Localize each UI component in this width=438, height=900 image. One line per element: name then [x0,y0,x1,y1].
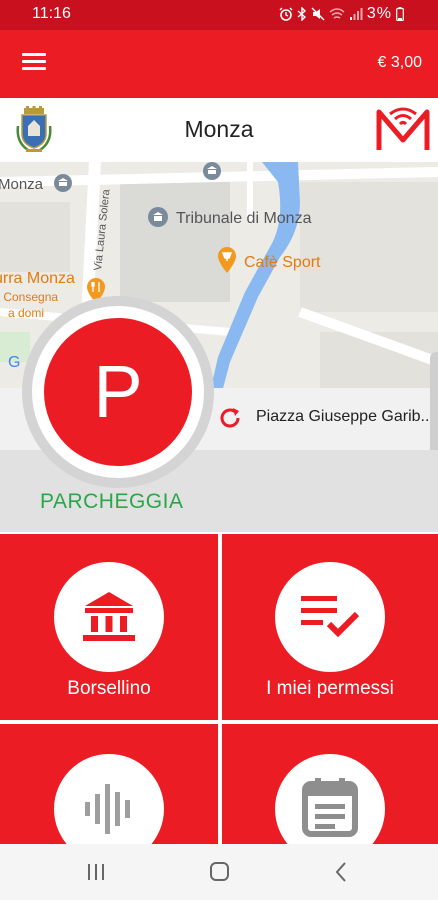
museum-pin-icon [203,162,221,180]
park-label[interactable]: PARCHEGGIA [40,490,183,514]
map-label-cafe: Cafè Sport [244,254,321,271]
tile-label-borsellino: Borsellino [67,678,151,699]
museum-pin-icon [54,174,72,192]
tile-icon-circle [54,562,164,672]
tile-borsellino[interactable]: Borsellino [0,534,218,720]
city-bar: Monza [0,98,438,162]
city-name[interactable]: Monza [0,116,438,143]
calendar-icon [302,778,358,837]
park-button[interactable]: P [44,318,192,466]
google-logo: G [8,354,21,371]
audio-waveform-icon [85,784,130,834]
map-label-birra-3: a domi [8,306,45,320]
map-label-monza: Monza [0,176,44,193]
bluetooth-icon [297,7,306,21]
checklist-icon [301,596,360,638]
alarm-icon [279,7,293,21]
status-icons: 3% [279,5,404,23]
side-drawer-handle[interactable] [430,352,438,462]
courthouse-pin-icon [148,207,168,227]
current-address[interactable]: Piazza Giuseppe Garib... [256,408,434,426]
map-label-birra-2: - Consegna [0,290,59,304]
map-label-tribunale: Tribunale di Monza [176,210,312,227]
tile-audio[interactable] [0,724,218,844]
battery-level: 3% [366,5,392,22]
tile-label-permessi: I miei permessi [266,678,394,699]
wallet-balance[interactable]: € 3,00 [378,54,422,72]
signal-icon [349,8,363,20]
bank-icon [83,592,135,641]
recent-apps-icon[interactable] [76,856,116,888]
tile-permessi[interactable]: I miei permessi [222,534,438,720]
home-icon[interactable] [199,856,239,888]
brand-logo-icon [376,107,430,150]
cafe-pin-icon [218,247,236,273]
tile-icon-circle [275,754,385,844]
tile-icon-circle [54,754,164,844]
system-nav-bar [0,844,438,900]
hamburger-menu-icon[interactable] [22,53,46,73]
battery-icon [396,7,404,21]
status-bar: 11:16 3% [0,0,438,30]
refresh-icon[interactable] [216,404,244,432]
mute-icon [311,7,325,21]
action-grid: Borsellino I miei permessi [0,532,438,844]
tile-icon-circle [275,562,385,672]
tile-calendar[interactable] [222,724,438,844]
status-time: 11:16 [32,5,71,22]
wifi-icon [329,8,345,19]
back-icon[interactable] [322,856,362,888]
map-label-birra-1: urra Monza [0,270,75,287]
app-bar: € 3,00 [0,30,438,98]
